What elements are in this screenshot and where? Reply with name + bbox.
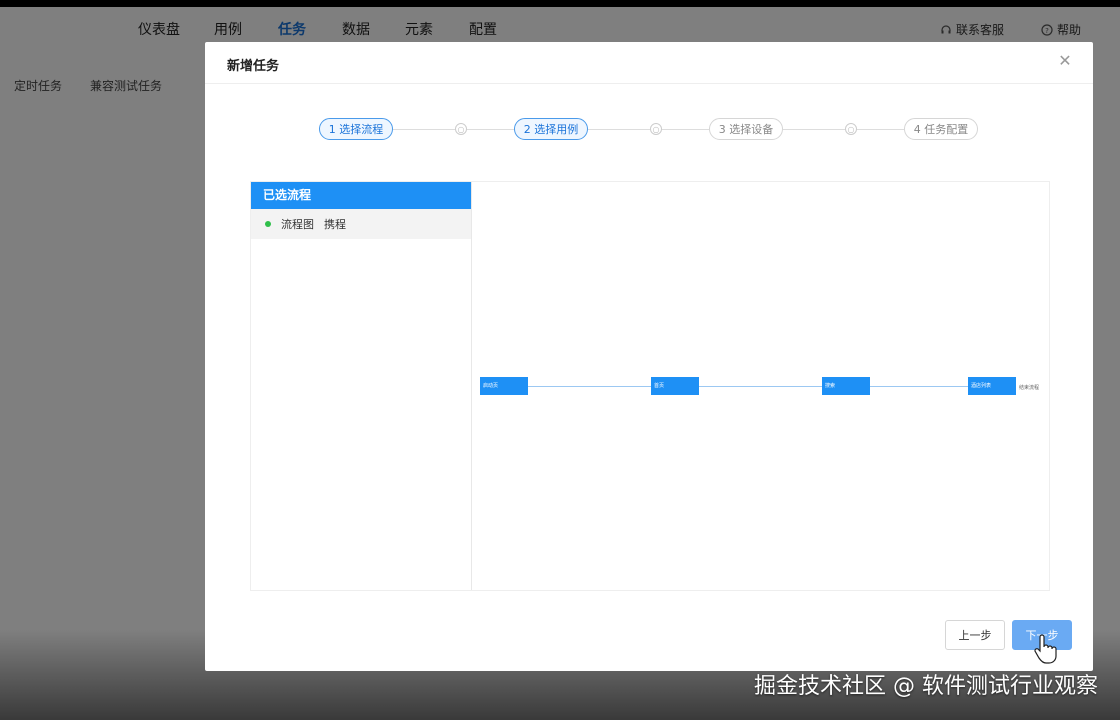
step-dot-icon: ○ <box>650 123 662 135</box>
list-item[interactable]: 流程图 携程 <box>251 209 471 239</box>
step-select-flow[interactable]: 1 选择流程 <box>319 118 393 140</box>
step-connector <box>783 129 845 130</box>
flow-end-label: 结束流程 <box>1019 385 1040 391</box>
step-dot-icon: ○ <box>845 123 857 135</box>
flow-node[interactable]: 酒店列表 <box>968 377 1016 395</box>
hand-cursor-icon <box>1034 634 1057 664</box>
step-indicator: 1 选择流程 ○ 2 选择用例 ○ 3 选择设备 ○ 4 任务配置 <box>205 118 1093 142</box>
status-dot-icon <box>265 221 271 227</box>
flow-edge <box>870 386 968 387</box>
step-connector <box>467 129 514 130</box>
flow-node[interactable]: 启动页 <box>480 377 528 395</box>
step-dot-icon: ○ <box>455 123 467 135</box>
step-select-device[interactable]: 3 选择设备 <box>709 118 783 140</box>
watermark: 掘金技术社区 @ 软件测试行业观察 <box>754 674 1098 699</box>
flow-item-value: 携程 <box>324 218 346 231</box>
step-connector <box>393 129 455 130</box>
flow-edge <box>699 386 822 387</box>
flow-node[interactable]: 搜索 <box>822 377 870 395</box>
step-select-case[interactable]: 2 选择用例 <box>514 118 588 140</box>
dialog-header: 新增任务 ✕ <box>205 42 1093 84</box>
step-connector <box>857 129 904 130</box>
flow-item-name: 流程图 <box>281 218 314 231</box>
dialog-content: 已选流程 流程图 携程 启动页 首页 搜索 酒店列表 结束流程 <box>250 181 1050 591</box>
flow-diagram: 启动页 首页 搜索 酒店列表 结束流程 <box>473 182 1050 590</box>
prev-step-button[interactable]: 上一步 <box>945 620 1005 650</box>
selected-flow-panel: 已选流程 流程图 携程 <box>251 182 472 590</box>
close-icon[interactable]: ✕ <box>1057 53 1073 69</box>
dialog-title: 新增任务 <box>227 59 280 74</box>
flow-node[interactable]: 首页 <box>651 377 699 395</box>
step-connector <box>662 129 709 130</box>
flow-edge <box>528 386 651 387</box>
step-connector <box>588 129 650 130</box>
new-task-dialog: 新增任务 ✕ 1 选择流程 ○ 2 选择用例 ○ 3 选择设备 ○ 4 任务配置… <box>205 42 1093 671</box>
step-task-config[interactable]: 4 任务配置 <box>904 118 978 140</box>
selected-flow-header: 已选流程 <box>251 182 471 209</box>
